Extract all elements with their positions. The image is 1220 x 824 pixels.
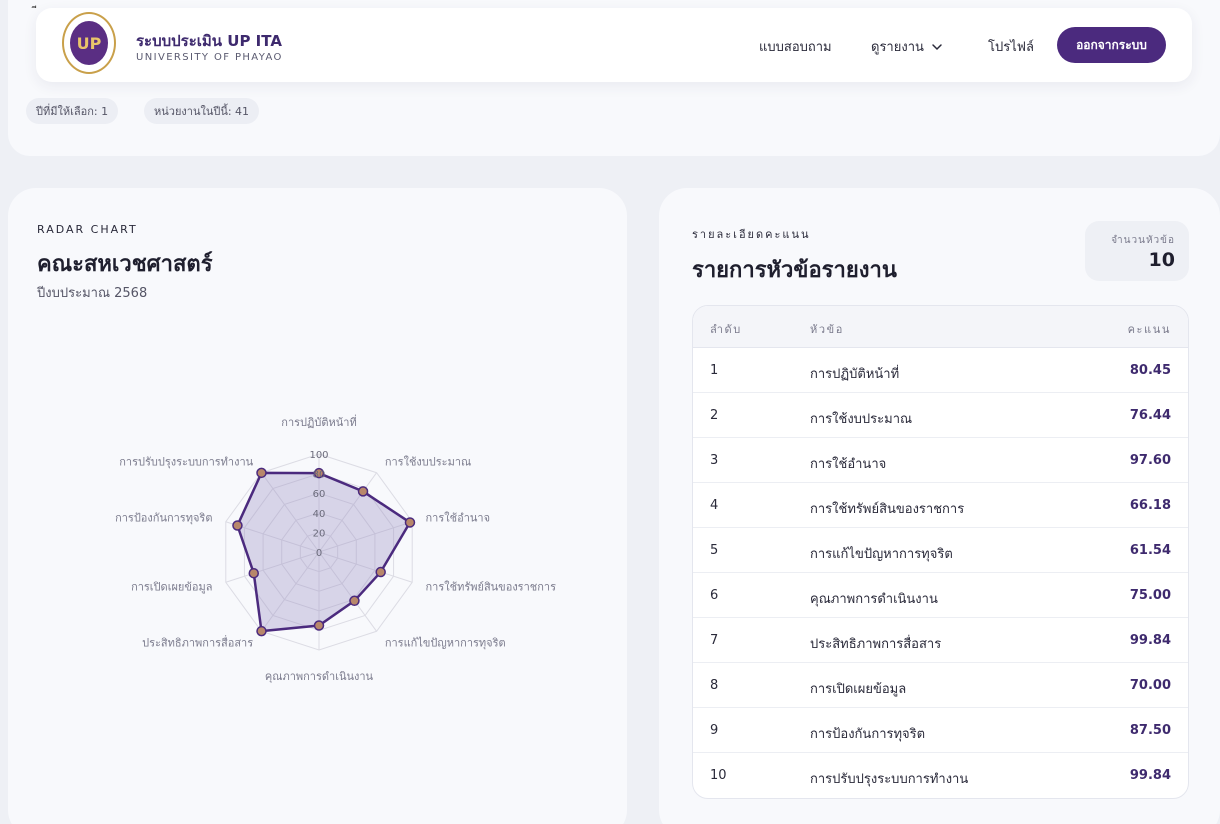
table-row: 2 การใช้งบประมาณ 76.44 <box>693 393 1188 438</box>
nav-report-dropdown[interactable]: ดูรายงาน <box>871 36 944 57</box>
score-table: ลำดับ หัวข้อ คะแนน 1 การปฏิบัติหน้าที่ 80.… <box>692 305 1189 799</box>
logo-emblem: UP <box>70 21 108 65</box>
table-row: 6 คุณภาพการดำเนินงาน 75.00 <box>693 573 1188 618</box>
radar-tick-label: 40 <box>313 509 326 520</box>
row-topic: การแก้ไขปัญหาการทุจริต <box>810 547 953 562</box>
radar-point <box>248 567 260 579</box>
row-score: 87.50 <box>1129 723 1171 738</box>
column-score: คะแนน <box>1127 323 1171 336</box>
radar-category-label: การใช้ทรัพย์สินของราชการ <box>426 581 557 594</box>
radar-point <box>375 566 386 578</box>
table-row: 1 การปฏิบัติหน้าที่ 80.45 <box>693 348 1188 393</box>
row-score: 99.84 <box>1129 768 1171 783</box>
table-row: 3 การใช้อำนาจ 97.60 <box>693 438 1188 483</box>
report-list-title: รายการหัวข้อรายงาน <box>692 258 897 283</box>
column-topic: หัวข้อ <box>810 323 844 336</box>
years-available-chip: ปีที่มีให้เลือก: 1 <box>26 98 119 124</box>
radar-category-label: การป้องกันการทุจริต <box>115 511 212 524</box>
table-row: 10 การปรับปรุงระบบการทำงาน 99.84 <box>693 753 1188 798</box>
radar-point <box>256 625 267 637</box>
radar-category-label: ประสิทธิภาพการสื่อสาร <box>142 635 253 650</box>
topic-count-box: จำนวนหัวข้อ 10 <box>1085 221 1189 281</box>
row-topic: การใช้ทรัพย์สินของราชการ <box>810 502 965 517</box>
nav-profile-link[interactable]: โปรไฟล์ <box>988 36 1034 57</box>
row-index: 6 <box>710 588 719 603</box>
row-index: 2 <box>710 408 719 423</box>
radar-category-label: การใช้อำนาจ <box>426 511 491 524</box>
radar-category-label: การใช้งบประมาณ <box>385 455 471 468</box>
radar-point <box>357 486 369 497</box>
row-index: 3 <box>710 453 719 468</box>
row-topic: การเปิดเผยข้อมูล <box>810 682 907 697</box>
row-score: 80.45 <box>1129 363 1171 378</box>
row-score: 97.60 <box>1129 453 1171 468</box>
nav-survey-link[interactable]: แบบสอบถาม <box>759 36 832 57</box>
row-topic: การใช้งบประมาณ <box>810 412 913 427</box>
radar-point <box>232 520 243 531</box>
brand-subtitle: UNIVERSITY OF PHAYAO <box>136 52 283 63</box>
row-topic: การปฏิบัติหน้าที่ <box>810 367 900 382</box>
table-row: 9 การป้องกันการทุจริต 87.50 <box>693 708 1188 753</box>
score-detail-card: รายละเอียดคะแนน รายการหัวข้อรายงาน จำนวน… <box>659 188 1220 824</box>
units-count-chip: หน่วยงานในปีนี้: 41 <box>144 98 260 124</box>
chevron-down-icon <box>932 43 942 50</box>
row-topic: ประสิทธิภาพการสื่อสาร <box>810 637 942 652</box>
table-header: ลำดับ หัวข้อ คะแนน <box>693 306 1188 348</box>
row-topic: การใช้อำนาจ <box>810 457 887 472</box>
row-index: 7 <box>710 633 719 648</box>
topic-count-label: จำนวนหัวข้อ <box>1111 235 1175 246</box>
radar-category-label: การปรับปรุงระบบการทำงาน <box>119 455 253 468</box>
table-row: 4 การใช้ทรัพย์สินของราชการ 66.18 <box>693 483 1188 528</box>
university-logo[interactable]: UP <box>62 12 116 74</box>
row-index: 4 <box>710 498 719 513</box>
radar-point <box>313 620 325 631</box>
brand-title: ระบบประเมิน UP ITA <box>136 32 282 50</box>
radar-tick-label: 80 <box>313 470 326 481</box>
row-index: 5 <box>710 543 719 558</box>
radar-category-label: การแก้ไขปัญหาการทุจริต <box>385 637 506 650</box>
row-index: 10 <box>710 768 727 783</box>
row-score: 70.00 <box>1129 678 1171 693</box>
row-score: 99.84 <box>1129 633 1171 648</box>
radar-point <box>404 517 416 528</box>
radar-point <box>256 467 267 479</box>
nav-report-label: ดูรายงาน <box>871 40 924 55</box>
table-row: 5 การแก้ไขปัญหาการทุจริต 61.54 <box>693 528 1188 573</box>
radar-card: RADAR CHART คณะสหเวชศาสตร์ ปีงบประมาณ 25… <box>8 188 627 824</box>
radar-chart: 0 20 40 60 80 100 การปฏิบัติหน้าที่การใช้งบประ… <box>115 414 557 683</box>
row-index: 9 <box>710 723 719 738</box>
table-row: 7 ประสิทธิภาพการสื่อสาร 99.84 <box>693 618 1188 663</box>
row-score: 66.18 <box>1129 498 1171 513</box>
topic-count-value: 10 <box>1148 249 1175 271</box>
row-score: 75.00 <box>1129 588 1171 603</box>
radar-category-label: การปฏิบัติหน้าที่ <box>281 414 356 429</box>
radar-tick-label: 60 <box>313 489 326 500</box>
radar-tick-label: 100 <box>309 450 328 461</box>
row-index: 8 <box>710 678 719 693</box>
score-eyebrow: รายละเอียดคะแนน <box>692 228 811 241</box>
radar-point <box>349 595 360 607</box>
radar-tick-label: 0 <box>316 548 322 559</box>
radar-category-label: คุณภาพการดำเนินงาน <box>265 670 374 683</box>
row-topic: การปรับปรุงระบบการทำงาน <box>810 772 969 787</box>
row-score: 76.44 <box>1129 408 1171 423</box>
row-topic: การป้องกันการทุจริต <box>810 727 926 742</box>
logout-button[interactable]: ออกจากระบบ <box>1057 27 1166 63</box>
row-score: 61.54 <box>1129 543 1171 558</box>
radar-tick-label: 20 <box>313 528 326 539</box>
row-topic: คุณภาพการดำเนินงาน <box>810 592 938 607</box>
table-row: 8 การเปิดเผยข้อมูล 70.00 <box>693 663 1188 708</box>
navbar: UP ระบบประเมิน UP ITA UNIVERSITY OF PHAY… <box>36 8 1192 82</box>
radar-category-label: การเปิดเผยข้อมูล <box>131 581 212 594</box>
row-index: 1 <box>710 363 719 378</box>
column-index: ลำดับ <box>710 323 742 336</box>
